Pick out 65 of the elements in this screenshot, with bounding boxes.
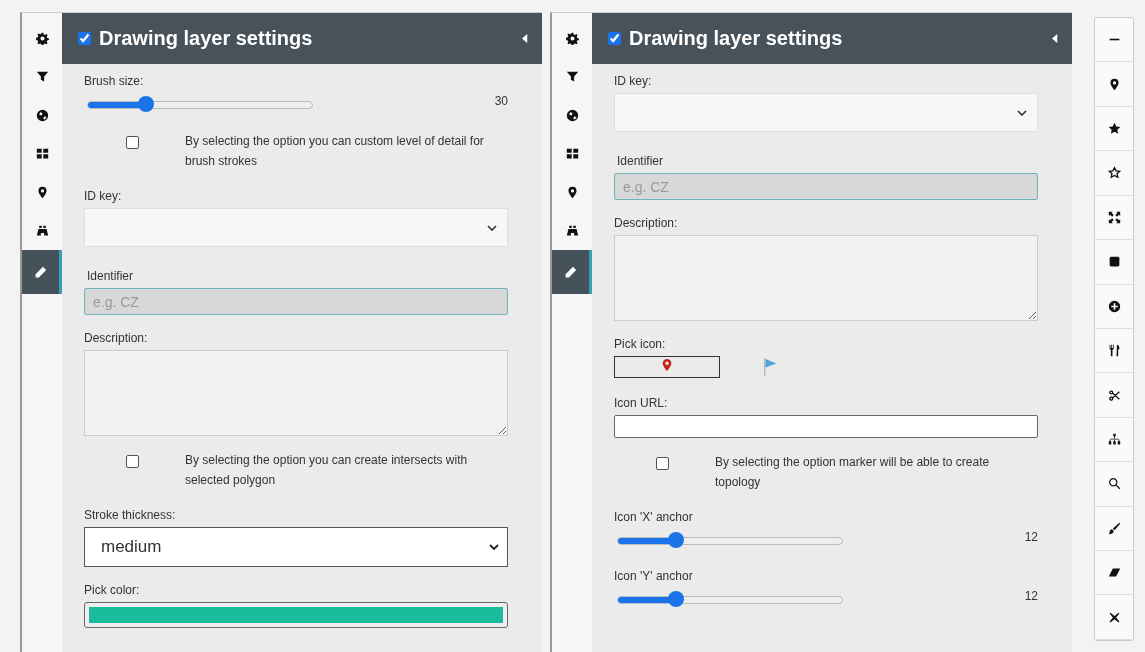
layer-checkbox[interactable] xyxy=(78,32,91,45)
search-icon xyxy=(1107,477,1121,491)
sitemap-icon xyxy=(1107,433,1121,446)
field-label: Description: xyxy=(614,216,679,230)
field-label: Identifier xyxy=(87,269,135,283)
map-pin-icon xyxy=(660,357,674,373)
cutlery-icon xyxy=(1107,344,1121,358)
collapse-icon[interactable] xyxy=(1052,33,1058,44)
field-label: Pick icon: xyxy=(614,337,667,351)
field-label: Icon 'X' anchor xyxy=(614,510,694,524)
field-label: ID key: xyxy=(614,74,653,88)
star-outline-icon xyxy=(1107,166,1121,180)
layer-checkbox[interactable] xyxy=(608,32,621,45)
description-field[interactable] xyxy=(84,350,508,436)
map-pin-icon xyxy=(1107,77,1121,91)
field-label: Brush size: xyxy=(84,74,145,88)
field-label: Description: xyxy=(84,331,149,345)
eraser-icon xyxy=(1107,566,1121,580)
chevron-down-icon xyxy=(487,224,497,231)
panel-title: Drawing layer settings xyxy=(99,27,314,50)
checkbox-label: By selecting the option you can custom level of detail for brush strokes xyxy=(185,133,485,170)
slider-value: 12 xyxy=(1024,589,1038,603)
field-label: Pick color: xyxy=(84,583,141,597)
field-label: Icon URL: xyxy=(614,396,669,410)
brush-icon xyxy=(1107,521,1121,535)
sidebar-tab[interactable] xyxy=(552,250,592,294)
filter-icon xyxy=(35,70,49,83)
settings-icon xyxy=(565,31,579,45)
field-label: Identifier xyxy=(617,154,665,168)
pencil-icon xyxy=(564,265,577,279)
checkbox[interactable] xyxy=(126,455,139,468)
input-field[interactable]: e.g. CZ xyxy=(614,173,1038,200)
color-picker[interactable] xyxy=(84,602,508,628)
checkbox[interactable] xyxy=(656,457,669,470)
chevron-down-icon xyxy=(489,544,499,550)
map-pin-icon xyxy=(35,185,49,199)
slider-value: 30 xyxy=(494,94,508,108)
globe-icon xyxy=(35,108,49,122)
input-field[interactable] xyxy=(614,415,1038,438)
checkbox-label: By selecting the option you can create intersects with selected polygon xyxy=(185,452,469,489)
checkbox-label: By selecting the option marker will be able to create topology xyxy=(715,454,991,491)
scissors-icon xyxy=(1107,388,1121,402)
close-icon xyxy=(1107,610,1121,624)
field-label: Icon 'Y' anchor xyxy=(614,569,694,583)
star-icon xyxy=(1107,122,1121,136)
chevron-down-icon xyxy=(1017,109,1027,116)
globe-icon xyxy=(565,108,579,122)
dropdown[interactable]: medium xyxy=(84,527,508,567)
map-pin-icon xyxy=(565,185,579,199)
slider-value: 12 xyxy=(1024,530,1038,544)
grid-icon xyxy=(565,147,579,160)
sidebar-tab[interactable] xyxy=(22,250,62,294)
expand-icon xyxy=(1107,210,1121,224)
pencil-icon xyxy=(34,265,47,279)
input-field[interactable]: e.g. CZ xyxy=(84,288,508,315)
filter-icon xyxy=(565,70,579,83)
collapse-icon[interactable] xyxy=(522,33,528,44)
checkbox[interactable] xyxy=(126,136,139,149)
field-label: Stroke thickness: xyxy=(84,508,177,522)
settings-icon xyxy=(35,31,49,45)
icon-picker[interactable] xyxy=(614,356,720,378)
panel-title: Drawing layer settings xyxy=(629,27,844,50)
grid-icon xyxy=(35,147,49,160)
description-field[interactable] xyxy=(614,235,1038,321)
field-label: ID key: xyxy=(84,189,123,203)
